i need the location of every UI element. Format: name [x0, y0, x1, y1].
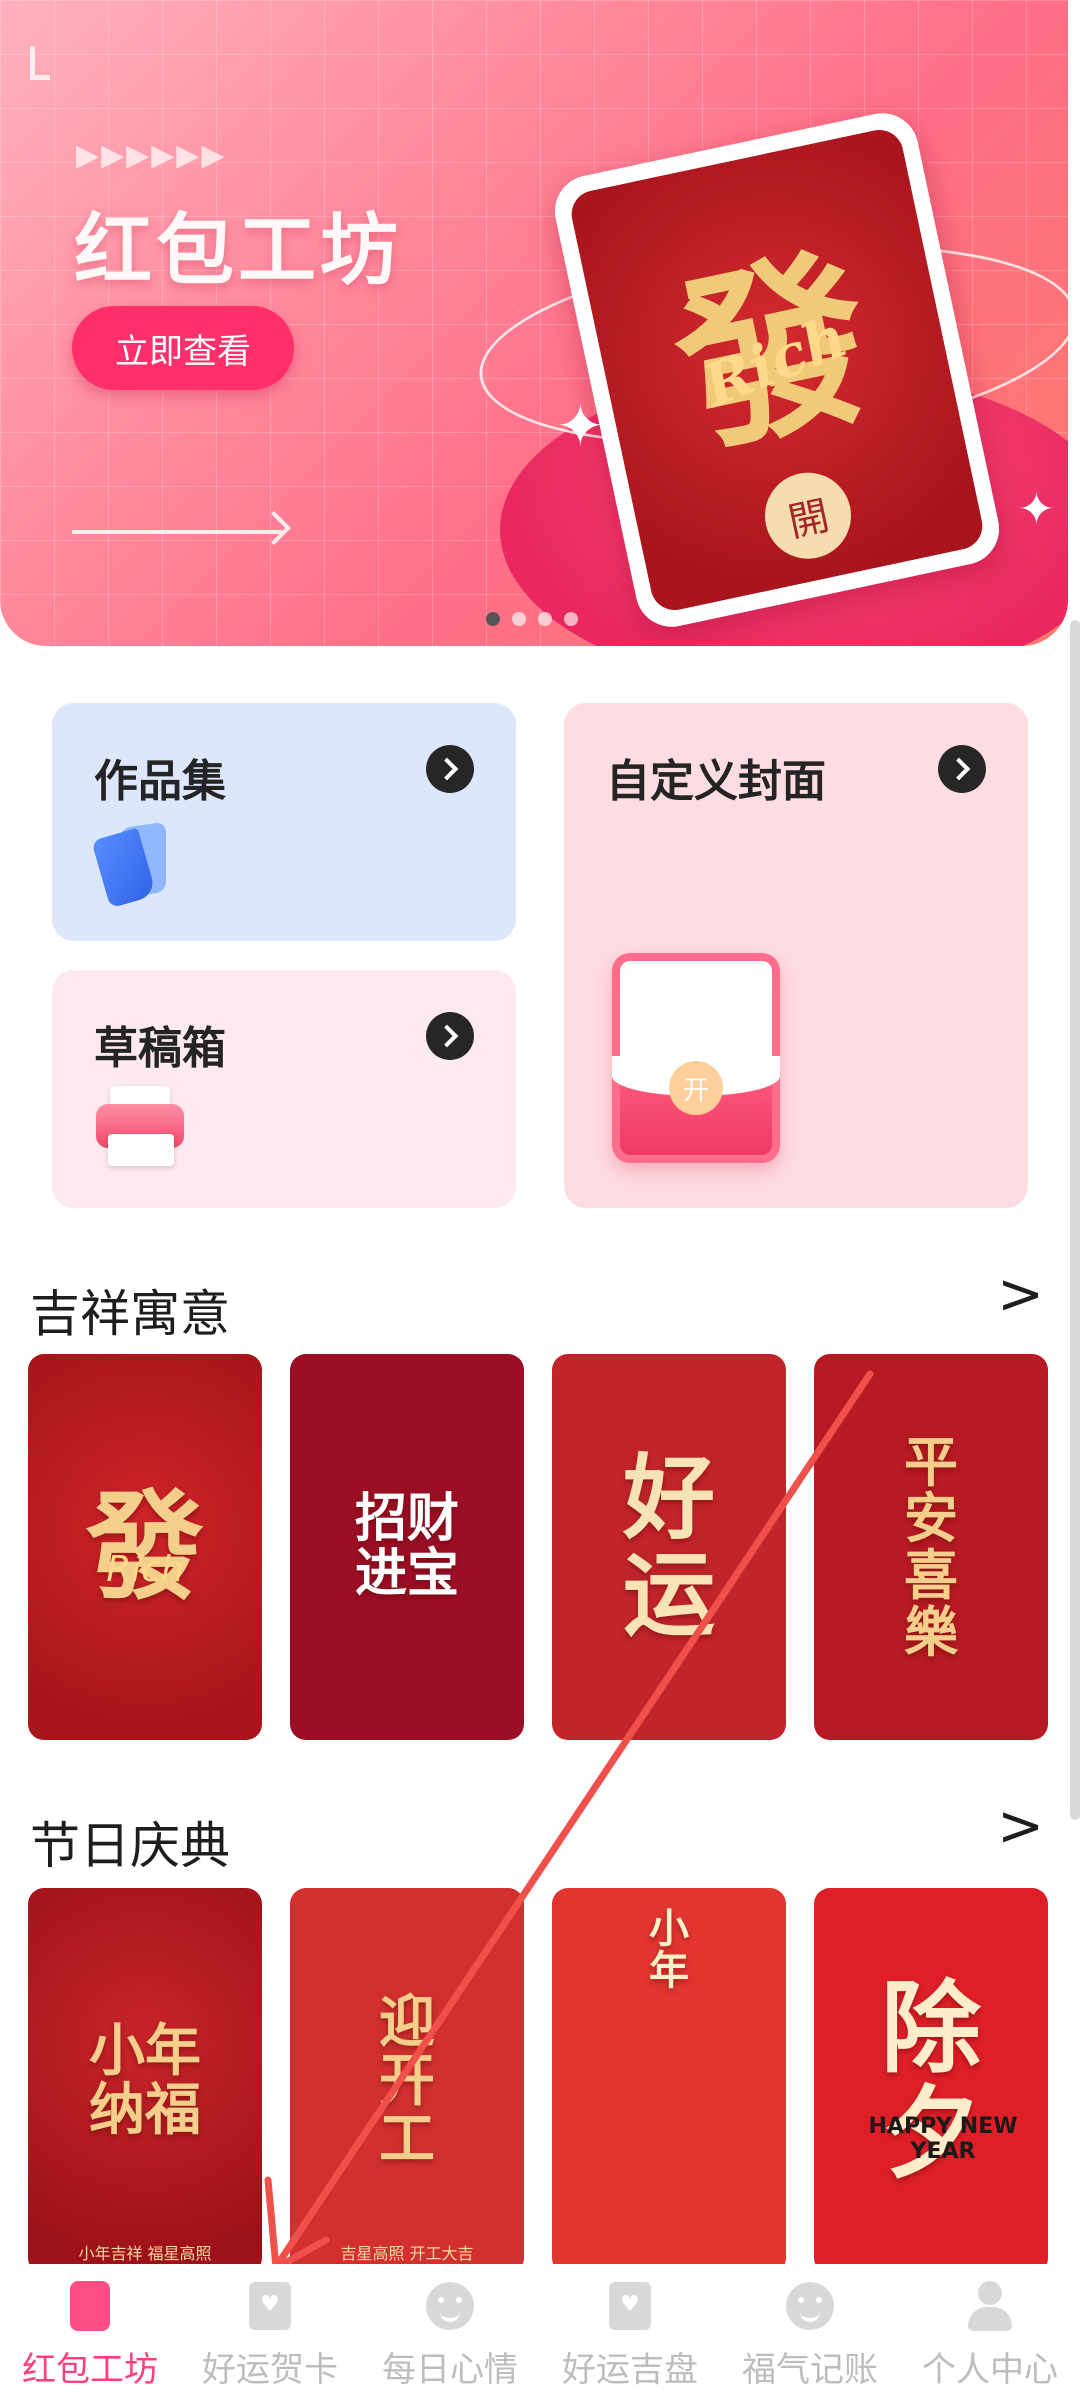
smiley-icon	[786, 2280, 834, 2332]
chevron-right-icon[interactable]	[426, 745, 474, 793]
printer-icon	[92, 1078, 192, 1178]
tile-title: 好运	[622, 1444, 715, 1649]
template-tile[interactable]: 發 Rich	[28, 1354, 262, 1740]
nav-item-profile[interactable]: 个人中心	[900, 2264, 1080, 2408]
nav-item-daily-mood[interactable]: 每日心情	[360, 2264, 540, 2408]
nav-label: 好运吉盘	[562, 2350, 698, 2390]
tile-subtitle: 吉星高照 开工大吉	[340, 2244, 474, 2263]
tile-title: 平安喜樂	[904, 1429, 958, 1664]
nav-item-greeting-cards[interactable]: 好运贺卡	[180, 2264, 360, 2408]
book-icon	[91, 815, 174, 909]
nav-label: 每日心情	[382, 2350, 518, 2390]
nav-label: 福气记账	[742, 2350, 878, 2390]
template-tile[interactable]: 招财进宝	[290, 1354, 524, 1740]
red-packet-icon	[66, 2280, 114, 2332]
smiley-icon	[426, 2280, 474, 2332]
nav-item-bookkeeping[interactable]: 福气记账	[720, 2264, 900, 2408]
section-title-auspicious: 吉祥寓意	[30, 1285, 230, 1343]
packet-open-label: 开	[669, 1061, 723, 1115]
user-icon	[966, 2280, 1014, 2332]
scrollbar[interactable]	[1070, 620, 1080, 1820]
drafts-card[interactable]: 草稿箱	[52, 970, 516, 1208]
chevron-right-icon[interactable]	[938, 745, 986, 793]
template-tile[interactable]: 迎开工 吉星高照 开工大吉	[290, 1888, 524, 2274]
tile-title: 小年纳福	[89, 2018, 201, 2143]
custom-cover-card-title: 自定义封面	[606, 756, 826, 807]
works-card-title: 作品集	[94, 756, 226, 807]
nav-label: 红包工坊	[22, 2350, 158, 2390]
custom-cover-card[interactable]: 自定义封面 开	[564, 703, 1028, 1208]
banner-pagination[interactable]	[486, 612, 578, 626]
tile-subtitle: 小年吉祥 福星高照	[78, 2244, 212, 2263]
hero-banner[interactable]: ▶▶▶▶▶▶ 红包工坊 立即查看 發 Rich 開 ✦ ✦	[0, 0, 1068, 646]
nav-item-red-packet-workshop[interactable]: 红包工坊	[0, 2264, 180, 2408]
works-card[interactable]: 作品集	[52, 703, 516, 941]
pagination-dot[interactable]	[486, 612, 500, 626]
template-tile[interactable]: 平安喜樂	[814, 1354, 1048, 1740]
template-tile[interactable]: 小年纳福 小年吉祥 福星高照	[28, 1888, 262, 2274]
section-title-festival: 节日庆典	[30, 1817, 230, 1875]
nav-label: 好运贺卡	[202, 2350, 338, 2390]
greeting-card-icon	[246, 2280, 294, 2332]
fortune-card-icon	[606, 2280, 654, 2332]
banner-arrows-decoration: ▶▶▶▶▶▶	[76, 138, 227, 173]
template-tile[interactable]: 小年	[552, 1888, 786, 2274]
section-more-festival[interactable]: >	[997, 1794, 1044, 1859]
tile-title: 招财进宝	[354, 1488, 459, 1604]
banner-title: 红包工坊	[74, 206, 403, 296]
banner-arrow-line	[72, 530, 282, 534]
red-packet-icon: 开	[612, 953, 780, 1163]
tile-title: 迎开工	[379, 1988, 435, 2173]
nav-item-fortune[interactable]: 好运吉盘	[540, 2264, 720, 2408]
festival-tiles: 小年纳福 小年吉祥 福星高照 迎开工 吉星高照 开工大吉 小年 除夕 HAPPY…	[28, 1888, 1048, 2274]
pagination-dot[interactable]	[538, 612, 552, 626]
auspicious-tiles: 發 Rich 招财进宝 好运 平安喜樂	[28, 1354, 1048, 1740]
pagination-dot[interactable]	[564, 612, 578, 626]
tile-subtitle: Rich	[106, 1549, 184, 1590]
tile-title: 發	[85, 1477, 204, 1617]
tile-title: 小年	[649, 1905, 689, 1994]
sparkle-icon: ✦	[1018, 484, 1055, 535]
pagination-dot[interactable]	[512, 612, 526, 626]
tile-subtitle: HAPPY NEW YEAR	[868, 2114, 1018, 2164]
view-now-button[interactable]: 立即查看	[72, 306, 294, 390]
banner-open-badge: 開	[756, 464, 859, 567]
template-tile[interactable]: 除夕 HAPPY NEW YEAR	[814, 1888, 1048, 2274]
banner-corner-mark	[30, 46, 50, 80]
drafts-card-title: 草稿箱	[94, 1023, 226, 1074]
template-tile[interactable]: 好运	[552, 1354, 786, 1740]
bottom-navigation: 红包工坊 好运贺卡 每日心情 好运吉盘 福气记账 个人中心	[0, 2264, 1080, 2408]
chevron-right-icon[interactable]	[426, 1012, 474, 1060]
section-more-auspicious[interactable]: >	[997, 1262, 1044, 1327]
sparkle-icon: ✦	[556, 392, 605, 460]
nav-label: 个人中心	[922, 2350, 1058, 2390]
